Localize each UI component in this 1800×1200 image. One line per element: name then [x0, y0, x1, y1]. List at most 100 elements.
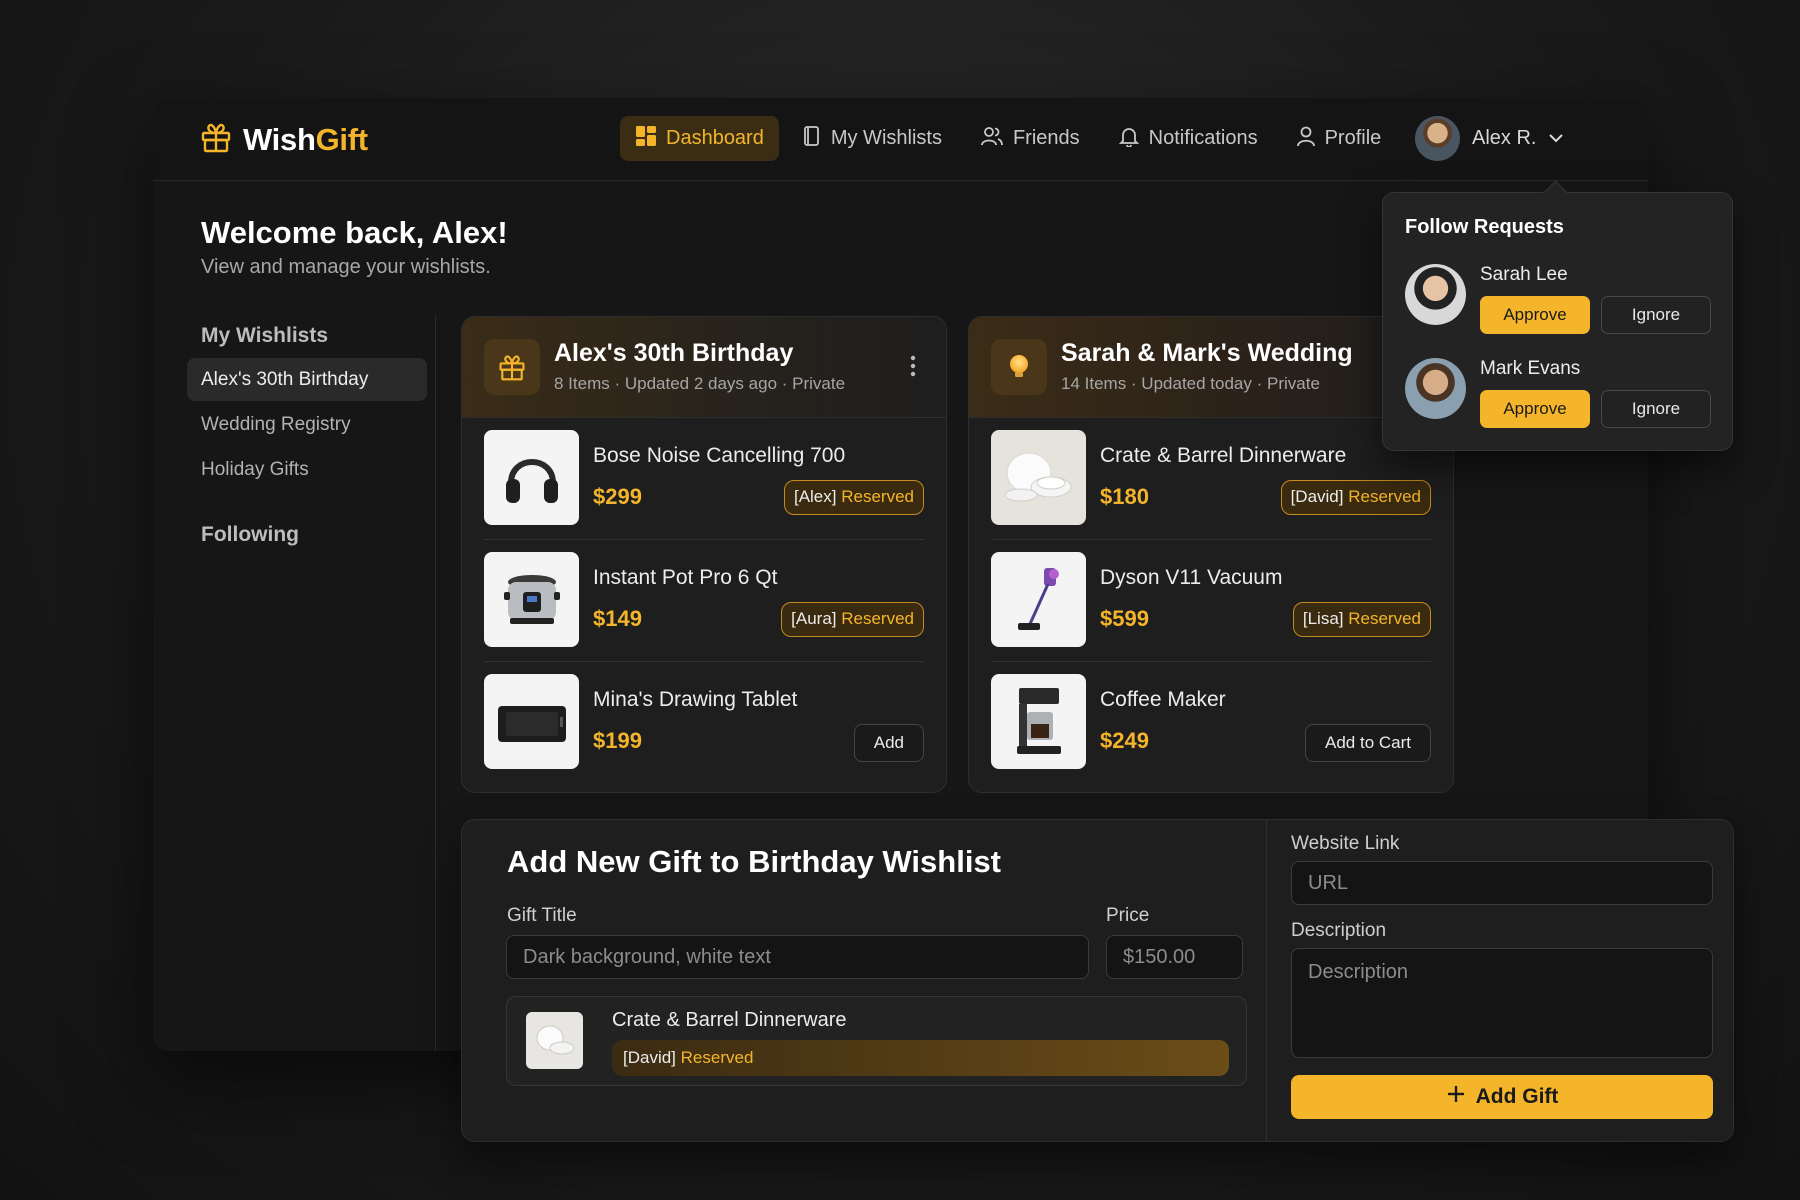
dinnerware-image: [526, 1012, 583, 1069]
status-badge: [David] Reserved: [612, 1040, 1229, 1076]
add-button[interactable]: Add: [853, 724, 924, 762]
document-icon: [802, 125, 822, 153]
user-menu[interactable]: Alex R.: [1415, 116, 1564, 161]
nav-profile[interactable]: Profile: [1281, 116, 1397, 161]
app-logo[interactable]: WishGift: [199, 120, 368, 159]
plus-icon: [1446, 1084, 1466, 1110]
app-name: WishGift: [243, 121, 368, 157]
gift-icon: [484, 339, 540, 395]
item-name: Instant Pot Pro 6 Qt: [593, 566, 778, 589]
gift-preview-card: Crate & Barrel Dinnerware [David] Reserv…: [506, 996, 1247, 1086]
dinnerware-image: [991, 430, 1086, 525]
item-name: Mina's Drawing Tablet: [593, 688, 798, 711]
website-url-input[interactable]: URL: [1291, 861, 1713, 905]
nav-notifications-label: Notifications: [1148, 127, 1258, 149]
item-name: Dyson V11 Vacuum: [1100, 566, 1283, 589]
add-gift-panel: Add New Gift to Birthday Wishlist Gift T…: [461, 819, 1734, 1142]
item-price: $199: [593, 728, 642, 753]
gift-title-input[interactable]: Dark background, white text: [506, 935, 1089, 979]
list-item[interactable]: Crate & Barrel Dinnerware $180 [David] R…: [991, 418, 1431, 540]
description-label: Description: [1291, 920, 1387, 941]
sidebar-item-holiday-gifts[interactable]: Holiday Gifts: [187, 448, 427, 491]
wishlist-meta: 8 Items · Updated 2 days ago · Private: [554, 374, 846, 393]
chevron-down-icon: [1548, 130, 1564, 148]
wishlist-header[interactable]: Sarah & Mark's Wedding 14 Items · Update…: [969, 317, 1453, 418]
list-item[interactable]: Bose Noise Cancelling 700 $299 [Alex] Re…: [484, 418, 924, 540]
sidebar-divider: [435, 316, 436, 1051]
nav-friends[interactable]: Friends: [965, 116, 1095, 161]
page-subtitle: View and manage your wishlists.: [201, 256, 491, 278]
wishlist-title: Alex's 30th Birthday: [554, 339, 794, 367]
more-vertical-icon[interactable]: [910, 355, 916, 382]
nav-dashboard[interactable]: Dashboard: [620, 116, 779, 161]
sidebar-heading-my-wishlists[interactable]: My Wishlists: [187, 316, 427, 356]
headphones-image: [484, 430, 579, 525]
status-badge: [Alex] Reserved: [783, 480, 924, 515]
avatar: [1405, 264, 1466, 325]
list-item[interactable]: Mina's Drawing Tablet $199 Add: [484, 662, 924, 784]
item-price: $599: [1100, 606, 1149, 631]
ignore-button[interactable]: Ignore: [1601, 390, 1711, 428]
price-input[interactable]: $150.00: [1106, 935, 1243, 979]
approve-button[interactable]: Approve: [1480, 390, 1590, 428]
approve-button[interactable]: Approve: [1480, 296, 1590, 334]
wishlist-header[interactable]: Alex's 30th Birthday 8 Items · Updated 2…: [462, 317, 946, 418]
add-gift-label: Add Gift: [1475, 1085, 1559, 1108]
dashboard-icon: [635, 125, 657, 153]
add-gift-title: Add New Gift to Birthday Wishlist: [507, 844, 1002, 879]
sidebar: My Wishlists Alex's 30th Birthday Weddin…: [187, 316, 427, 555]
preview-item-name: Crate & Barrel Dinnerware: [612, 1009, 847, 1031]
item-name: Coffee Maker: [1100, 688, 1226, 711]
avatar: [1415, 116, 1460, 161]
status-badge: [David] Reserved: [1280, 480, 1431, 515]
popover-title: Follow Requests: [1405, 216, 1564, 238]
list-item[interactable]: Coffee Maker $249 Add to Cart: [991, 662, 1431, 784]
main-nav: Dashboard My Wishlists Friends Notificat…: [620, 116, 1396, 161]
nav-notifications[interactable]: Notifications: [1103, 116, 1273, 161]
user-name: Alex R.: [1472, 127, 1537, 149]
ignore-button[interactable]: Ignore: [1601, 296, 1711, 334]
list-item[interactable]: Dyson V11 Vacuum $599 [Lisa] Reserved: [991, 540, 1431, 662]
nav-my-wishlists-label: My Wishlists: [830, 127, 942, 149]
wishlist-card-birthday: Alex's 30th Birthday 8 Items · Updated 2…: [461, 316, 947, 793]
sidebar-heading-following[interactable]: Following: [187, 515, 427, 555]
item-price: $249: [1100, 728, 1149, 753]
instant-pot-image: [484, 552, 579, 647]
coffee-maker-image: [991, 674, 1086, 769]
requester-name: Mark Evans: [1480, 358, 1581, 379]
website-link-label: Website Link: [1291, 833, 1400, 854]
page-title: Welcome back, Alex!: [201, 215, 508, 250]
sidebar-item-alexs-30th-birthday[interactable]: Alex's 30th Birthday: [187, 358, 427, 401]
drawing-tablet-image: [484, 674, 579, 769]
friends-icon: [980, 125, 1004, 153]
nav-friends-label: Friends: [1012, 127, 1080, 149]
sidebar-item-wedding-registry[interactable]: Wedding Registry: [187, 403, 427, 446]
follow-request-item: Mark Evans Approve Ignore: [1405, 358, 1715, 434]
wishlist-meta: 14 Items · Updated today · Private: [1061, 374, 1320, 393]
top-nav-bar: WishGift Dashboard My Wishlists Friends: [153, 98, 1648, 181]
lightbulb-icon: [991, 339, 1047, 395]
list-item[interactable]: Instant Pot Pro 6 Qt $149 [Aura] Reserve…: [484, 540, 924, 662]
nav-dashboard-label: Dashboard: [666, 127, 764, 149]
panel-divider: [1266, 820, 1267, 1141]
item-price: $180: [1100, 484, 1149, 509]
price-label: Price: [1106, 905, 1150, 926]
bell-icon: [1118, 125, 1140, 153]
follow-requests-popover: Follow Requests Sarah Lee Approve Ignore…: [1382, 192, 1733, 451]
gift-title-label: Gift Title: [507, 905, 577, 926]
add-gift-button[interactable]: Add Gift: [1291, 1075, 1713, 1119]
status-badge: [Lisa] Reserved: [1292, 602, 1431, 637]
item-name: Bose Noise Cancelling 700: [593, 444, 846, 467]
description-textarea[interactable]: Description: [1291, 948, 1713, 1058]
add-to-cart-button[interactable]: Add to Cart: [1305, 724, 1431, 762]
gift-icon: [199, 120, 233, 159]
nav-profile-label: Profile: [1324, 127, 1382, 149]
user-icon: [1296, 125, 1316, 153]
item-price: $149: [593, 606, 642, 631]
follow-request-item: Sarah Lee Approve Ignore: [1405, 264, 1715, 340]
item-name: Crate & Barrel Dinnerware: [1100, 444, 1347, 467]
vacuum-image: [991, 552, 1086, 647]
nav-my-wishlists[interactable]: My Wishlists: [787, 116, 957, 161]
requester-name: Sarah Lee: [1480, 264, 1568, 285]
item-price: $299: [593, 484, 642, 509]
